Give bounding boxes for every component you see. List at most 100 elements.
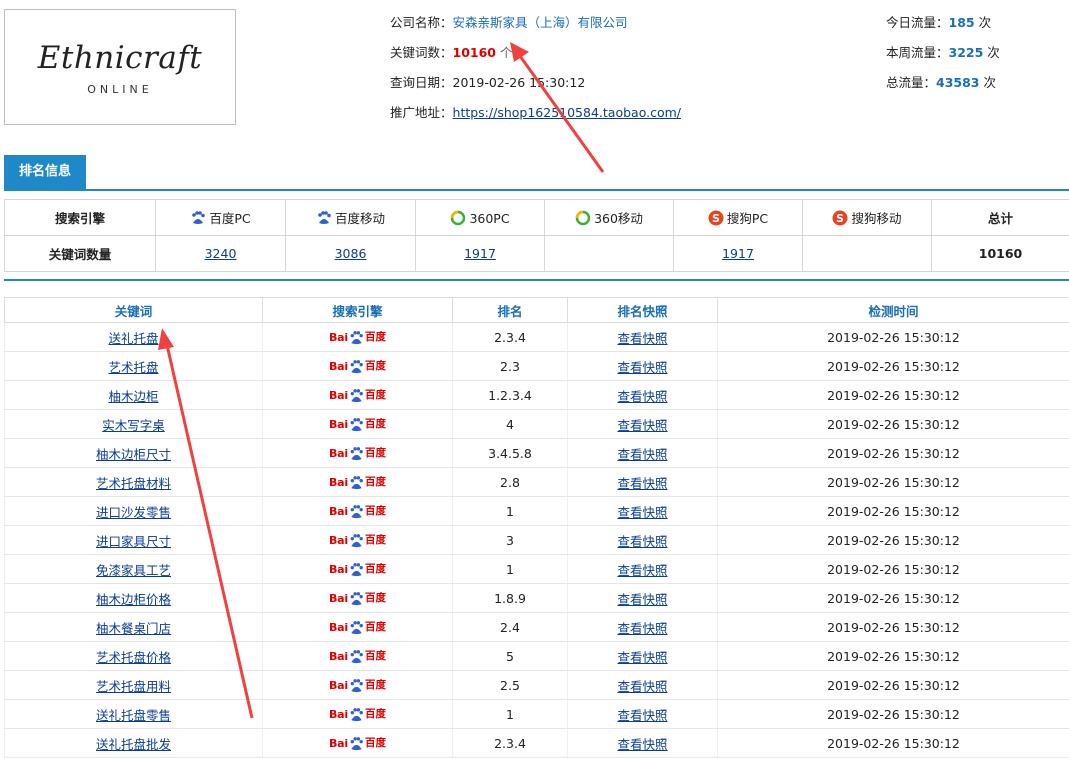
section-divider [4,279,1069,281]
keyword-link[interactable]: 艺术托盘材料 [96,476,171,491]
baidu-paw-icon [190,210,206,226]
baidu-logo-text: Bai [329,709,348,720]
check-time-cell: 2019-02-26 15:30:12 [718,381,1069,410]
view-snapshot-link[interactable]: 查看快照 [617,679,667,694]
baidu-logo-text: Bai [329,448,348,459]
baidu-logo-cn: 百度 [365,535,386,546]
keyword-link[interactable]: 进口家具尺寸 [96,534,171,549]
view-snapshot-link[interactable]: 查看快照 [617,476,667,491]
logo-subline: ONLINE [5,83,235,96]
snapshot-cell: 查看快照 [568,700,718,729]
count-link-baidu-pc[interactable]: 3240 [205,246,237,261]
view-snapshot-link[interactable]: 查看快照 [617,621,667,636]
keyword-link[interactable]: 柚木边柜价格 [96,592,171,607]
check-time-cell: 2019-02-26 15:30:12 [718,323,1069,352]
keyword-cell: 艺术托盘材料 [5,468,263,497]
week-traffic-unit: 次 [987,45,1000,60]
keyword-cell: 艺术托盘 [5,352,263,381]
table-row: 实木写字桌Bai百度4查看快照2019-02-26 15:30:12 [5,410,1069,439]
baidu-logo-cn: 百度 [365,448,386,459]
count-cell [545,236,674,272]
count-link-sogou-pc[interactable]: 1917 [722,246,754,261]
rank-cell: 3 [453,526,568,555]
company-logo: Ethnicraft ONLINE [4,9,236,125]
rank-cell: 2.5 [453,671,568,700]
baidu-logo-icon: Bai 百度 [329,446,386,461]
count-link-360-pc[interactable]: 1917 [464,246,496,261]
view-snapshot-link[interactable]: 查看快照 [617,708,667,723]
view-snapshot-link[interactable]: 查看快照 [617,360,667,375]
baidu-logo-cn: 百度 [365,622,386,633]
keyword-table-header: 关键词 搜索引擎 排名 排名快照 检测时间 [5,298,1069,323]
rank-cell: 4 [453,410,568,439]
view-snapshot-link[interactable]: 查看快照 [617,650,667,665]
count-cell: 1917 [416,236,545,272]
view-snapshot-link[interactable]: 查看快照 [617,534,667,549]
engine-name: 360PC [469,211,509,226]
baidu-paw-icon [349,417,364,432]
baidu-logo-cn: 百度 [365,419,386,430]
engine-count-row: 关键词数量 3240 3086 1917 1917 10160 [5,236,1069,272]
company-label: 公司名称： [390,15,453,30]
keyword-link[interactable]: 柚木餐桌门店 [96,621,171,636]
count-cell [803,236,932,272]
promo-url-link[interactable]: https://shop162510584.taobao.com/ [453,105,682,120]
view-snapshot-link[interactable]: 查看快照 [617,563,667,578]
keyword-link[interactable]: 实木写字桌 [102,418,165,433]
engine-name: 搜狗PC [727,211,768,226]
table-row: 艺术托盘材料Bai百度2.8查看快照2019-02-26 15:30:12 [5,468,1069,497]
baidu-paw-icon [349,620,364,635]
traffic-stats: 今日流量：185 次 本周流量：3225 次 总流量：43583 次 [886,14,1000,104]
check-time-cell: 2019-02-26 15:30:12 [718,700,1069,729]
engine-cell: Bai百度 [263,671,453,700]
rank-cell: 2.4 [453,613,568,642]
engine-name: 搜狗移动 [851,211,901,226]
keyword-link[interactable]: 进口沙发零售 [96,505,171,520]
engine-header-row: 搜索引擎 百度PC 百度移动 360PC 360移动 S搜狗PC S搜狗移动 总… [5,200,1069,236]
check-time-cell: 2019-02-26 15:30:12 [718,410,1069,439]
snapshot-cell: 查看快照 [568,526,718,555]
baidu-logo-cn: 百度 [365,361,386,372]
sogou-icon: S [832,210,848,226]
table-row: 艺术托盘用料Bai百度2.5查看快照2019-02-26 15:30:12 [5,671,1069,700]
tab-ranking-info[interactable]: 排名信息 [4,155,86,189]
week-traffic-label: 本周流量： [886,45,949,60]
view-snapshot-link[interactable]: 查看快照 [617,737,667,752]
svg-text:S: S [837,212,845,225]
check-time-cell: 2019-02-26 15:30:12 [718,584,1069,613]
view-snapshot-link[interactable]: 查看快照 [617,331,667,346]
keyword-cell: 柚木餐桌门店 [5,613,263,642]
table-row: 免漆家具工艺Bai百度1查看快照2019-02-26 15:30:12 [5,555,1069,584]
engine-name: 百度移动 [335,211,385,226]
keyword-link[interactable]: 送礼托盘批发 [96,737,171,752]
view-snapshot-link[interactable]: 查看快照 [617,592,667,607]
query-date-value: 2019-02-26 15:30:12 [453,75,586,90]
logo-wordmark: Ethnicraft [5,40,235,76]
keyword-link[interactable]: 送礼托盘零售 [96,708,171,723]
baidu-logo-cn: 百度 [365,738,386,749]
baidu-logo-cn: 百度 [365,680,386,691]
keyword-link[interactable]: 艺术托盘用料 [96,679,171,694]
engine-col-sogou-mobile: S 搜狗移动 [803,200,932,236]
view-snapshot-link[interactable]: 查看快照 [617,447,667,462]
table-row: 柚木边柜价格Bai百度1.8.9查看快照2019-02-26 15:30:12 [5,584,1069,613]
count-link-baidu-mobile[interactable]: 3086 [335,246,367,261]
baidu-logo-text: Bai [329,535,348,546]
rank-cell: 2.3 [453,352,568,381]
keyword-link[interactable]: 送礼托盘 [108,331,158,346]
engine-summary-table: 搜索引擎 百度PC 百度移动 360PC 360移动 S搜狗PC S搜狗移动 总… [4,199,1069,272]
count-cell: 3086 [286,236,416,272]
keyword-link[interactable]: 免漆家具工艺 [96,563,171,578]
engine-cell: Bai百度 [263,555,453,584]
baidu-logo-text: Bai [329,738,348,749]
table-row: 送礼托盘零售Bai百度1查看快照2019-02-26 15:30:12 [5,700,1069,729]
keyword-link[interactable]: 柚木边柜尺寸 [96,447,171,462]
keyword-link[interactable]: 柚木边柜 [108,389,158,404]
engine-cell: Bai百度 [263,613,453,642]
baidu-paw-icon [349,330,364,345]
keyword-link[interactable]: 艺术托盘价格 [96,650,171,665]
view-snapshot-link[interactable]: 查看快照 [617,418,667,433]
keyword-link[interactable]: 艺术托盘 [108,360,158,375]
view-snapshot-link[interactable]: 查看快照 [617,505,667,520]
view-snapshot-link[interactable]: 查看快照 [617,389,667,404]
